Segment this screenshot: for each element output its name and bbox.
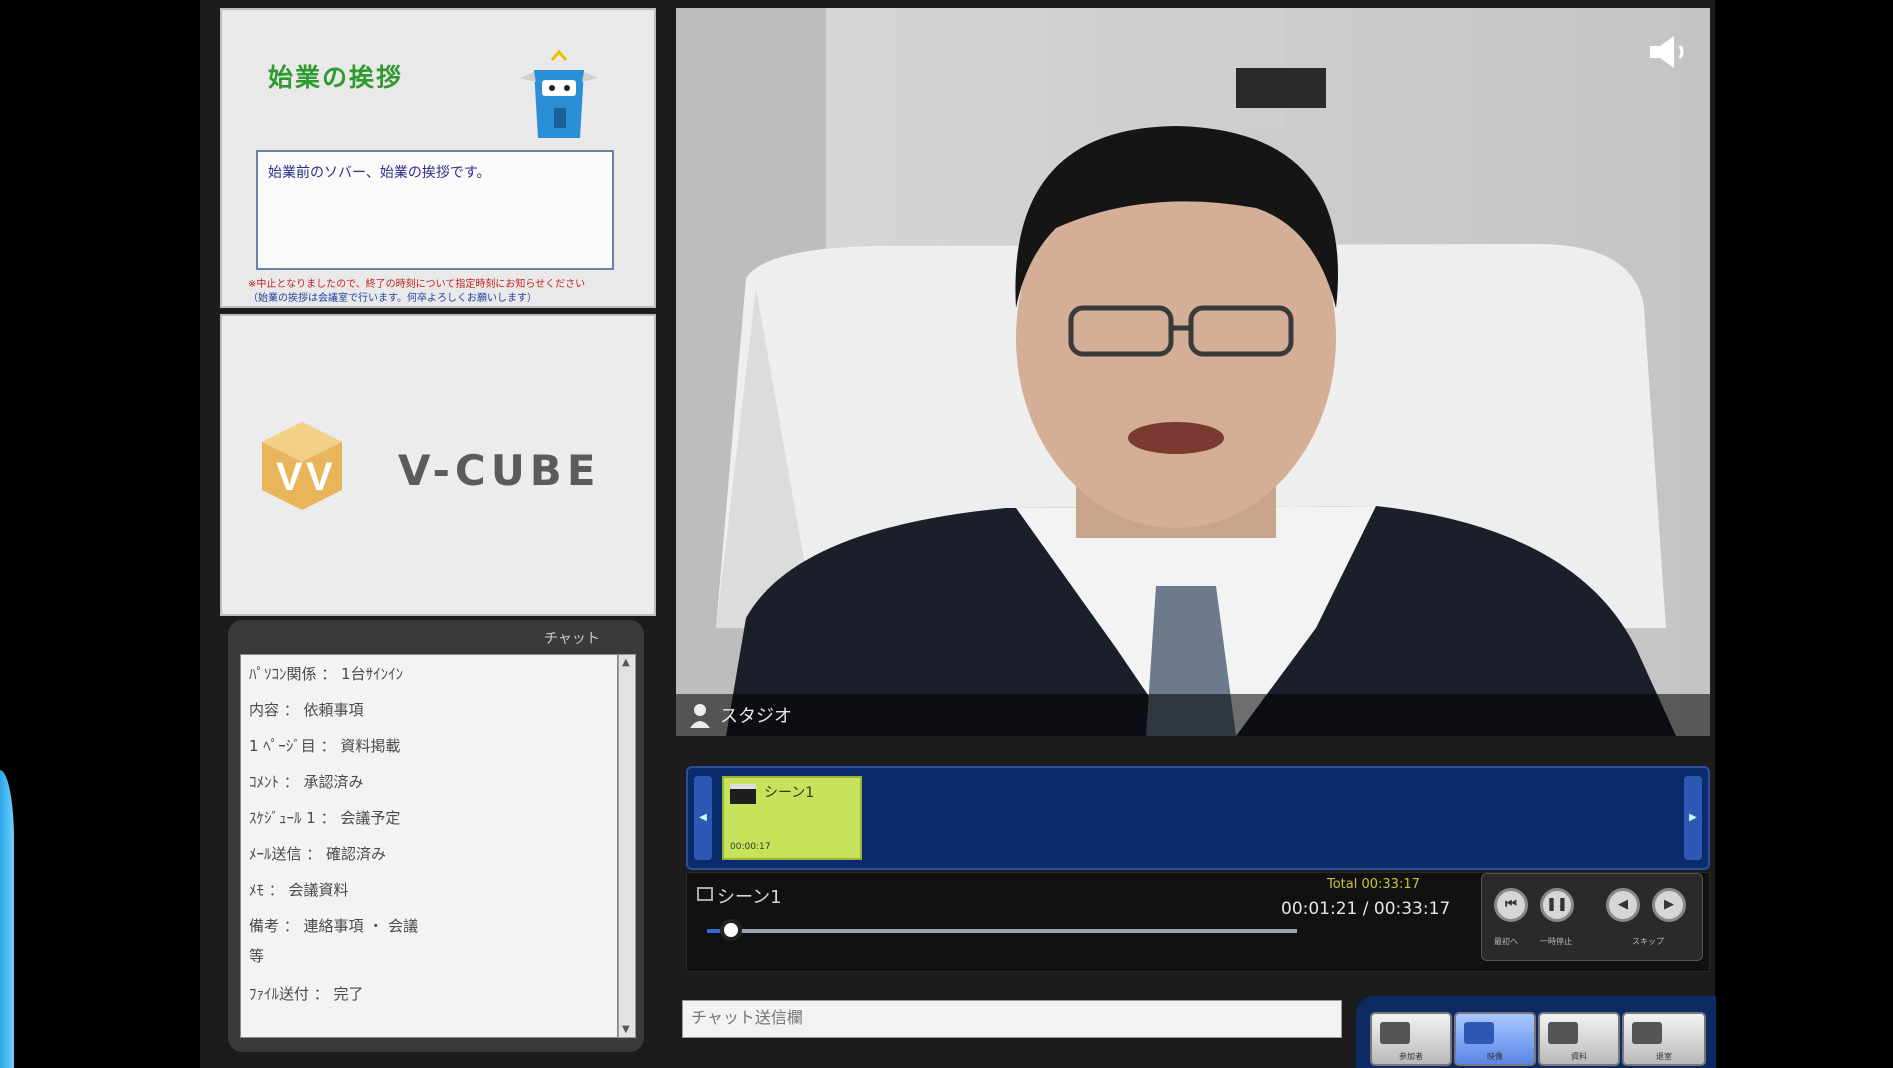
logo-wordmark: V-CUBE xyxy=(398,446,601,495)
skip-to-start-button[interactable]: ⏮ xyxy=(1494,888,1528,922)
info-note-blue: （始業の挨拶は会議室で行います。何卒よろしくお願いします） xyxy=(248,293,537,304)
chat-line: 備考 ： 連絡事項 ・ 会議 xyxy=(249,917,419,935)
camera-icon xyxy=(1464,1022,1494,1044)
video-image xyxy=(676,8,1710,736)
scroll-up-icon[interactable]: ▲ xyxy=(622,657,630,668)
chat-line: ﾒﾓ ： 会議資料 xyxy=(249,881,349,899)
playback-time: 00:01:21 / 00:33:17 xyxy=(1281,899,1451,919)
scene-thumbnail-time: 00:00:17 xyxy=(730,842,771,852)
current-scene-name: シーン1 xyxy=(717,887,782,908)
seek-bar[interactable] xyxy=(707,929,1297,933)
chat-line: 内容 ： 依頼事項 xyxy=(249,701,364,719)
chat-line: ﾒｰﾙ送信 ： 確認済み xyxy=(249,845,387,863)
video-caption-bar: スタジオ xyxy=(676,694,1710,736)
chat-line: ﾊﾟｿｺﾝ関係 ： 1台ｻｲﾝｲﾝ xyxy=(249,665,404,683)
chat-line: ｺﾒﾝﾄ ： 承認済み xyxy=(249,773,364,791)
info-note-red: ※中止となりましたので、終了の時刻について指定時刻にお知らせください xyxy=(248,279,586,290)
mascot-icon xyxy=(520,50,598,138)
person-icon xyxy=(690,704,710,728)
chat-line: 1 ﾍﾟｰｼﾞ目 ： 資料掲載 xyxy=(249,737,401,755)
chat-line: ﾌｧｲﾙ送付 ： 完了 xyxy=(249,985,364,1003)
chat-title: チャット xyxy=(544,631,600,647)
rewind-button[interactable]: ◀ xyxy=(1606,888,1640,922)
control-label: 一時停止 xyxy=(1540,937,1572,946)
toolbar-label: 退室 xyxy=(1656,1052,1672,1061)
chat-line: 等 xyxy=(249,947,265,965)
chat-log[interactable]: ﾊﾟｿｺﾝ関係 ： 1台ｻｲﾝｲﾝ 内容 ： 依頼事項 1 ﾍﾟｰｼﾞ目 ： 資… xyxy=(240,654,618,1038)
control-label: 最初へ xyxy=(1494,937,1518,946)
toolbar: 参加者 映像 資料 退室 xyxy=(1356,996,1716,1068)
toolbar-label: 参加者 xyxy=(1399,1052,1423,1061)
left-edge-decoration xyxy=(0,770,14,1068)
logo-panel: V V V-CUBE xyxy=(220,314,656,616)
transport-controls: ⏮ ❚❚ ◀ ▶ 最初へ 一時停止 スキップ xyxy=(1481,873,1703,961)
info-note: ※中止となりましたので、終了の時刻について指定時刻にお知らせください （始業の挨… xyxy=(248,278,638,306)
player-controls: シーン1 Total 00:33:17 00:01:21 / 00:33:17 … xyxy=(686,872,1710,972)
pause-button[interactable]: ❚❚ xyxy=(1540,888,1574,922)
document-icon xyxy=(1548,1022,1578,1044)
total-duration: Total 00:33:17 xyxy=(1327,877,1420,892)
scene-thumbnail[interactable]: シーン1 00:00:17 xyxy=(722,776,862,860)
svg-text:V: V xyxy=(276,455,303,499)
speaker-icon[interactable] xyxy=(1646,32,1696,72)
control-label: スキップ xyxy=(1632,937,1664,946)
scene-thumbnail-label: シーン1 xyxy=(764,785,815,801)
exit-button[interactable]: 退室 xyxy=(1622,1012,1706,1066)
toolbar-label: 資料 xyxy=(1571,1052,1587,1061)
scene-icon xyxy=(697,887,713,901)
toolbar-label: 映像 xyxy=(1487,1052,1503,1061)
scene-strip: ◀ シーン1 00:00:17 ▶ xyxy=(686,766,1710,870)
info-panel: 始業の挨拶 始業前のソバー、始業の挨拶です。 ※中止となりましたので、終了の時刻… xyxy=(220,8,656,308)
strip-scroll-left-button[interactable]: ◀ xyxy=(694,776,712,860)
fast-forward-button[interactable]: ▶ xyxy=(1652,888,1686,922)
exit-icon xyxy=(1632,1022,1662,1044)
document-button[interactable]: 資料 xyxy=(1538,1012,1620,1066)
participants-icon xyxy=(1380,1022,1410,1044)
video-feed: スタジオ xyxy=(676,8,1710,736)
participants-button[interactable]: 参加者 xyxy=(1370,1012,1452,1066)
chat-input[interactable] xyxy=(682,1000,1342,1038)
svg-text:V: V xyxy=(306,455,333,499)
strip-scroll-right-button[interactable]: ▶ xyxy=(1684,776,1702,860)
info-title: 始業の挨拶 xyxy=(268,63,404,92)
scroll-down-icon[interactable]: ▼ xyxy=(622,1024,630,1035)
chat-panel: チャット ﾊﾟｿｺﾝ関係 ： 1台ｻｲﾝｲﾝ 内容 ： 依頼事項 1 ﾍﾟｰｼﾞ… xyxy=(228,620,644,1052)
video-caption-text: スタジオ xyxy=(720,706,792,727)
chat-scrollbar[interactable]: ▲ ▼ xyxy=(618,654,636,1038)
chat-line: ｽｹｼﾞｭｰﾙ 1 ： 会議予定 xyxy=(249,809,401,827)
clapper-icon xyxy=(730,784,756,804)
video-button[interactable]: 映像 xyxy=(1454,1012,1536,1066)
vcube-logo-icon: V V xyxy=(262,422,342,510)
seek-handle[interactable] xyxy=(719,919,742,941)
info-message-box: 始業前のソバー、始業の挨拶です。 xyxy=(256,150,614,270)
info-message-text: 始業前のソバー、始業の挨拶です。 xyxy=(268,165,491,181)
